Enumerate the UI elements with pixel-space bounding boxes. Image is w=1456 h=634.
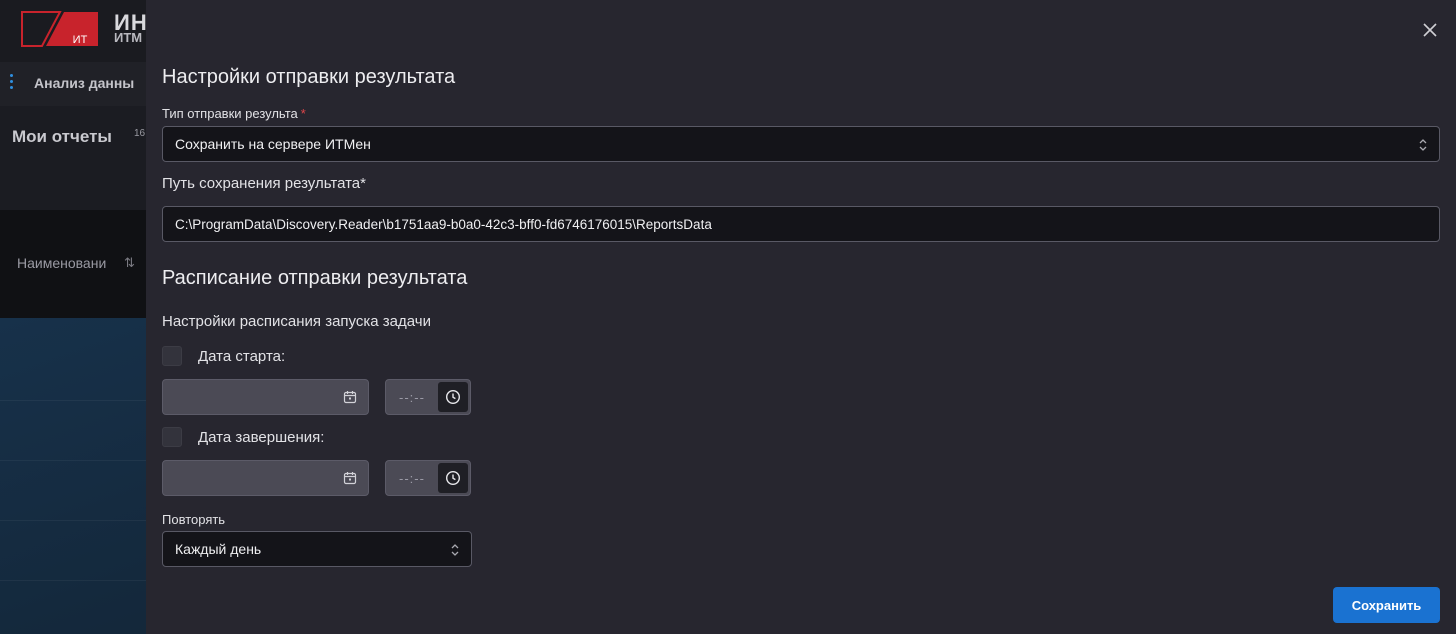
- start-time-input[interactable]: --:--: [385, 379, 471, 415]
- close-icon[interactable]: [1420, 20, 1440, 40]
- section-title-schedule: Расписание отправки результата: [162, 267, 468, 289]
- reports-title: Мои отчеты: [12, 127, 112, 146]
- save-path-label: Путь сохранения результата*: [162, 175, 366, 192]
- logo-subtext: ИТМ: [114, 30, 143, 45]
- schedule-settings-label: Настройки расписания запуска задачи: [162, 313, 431, 330]
- send-type-value: Сохранить на сервере ИТМен: [175, 136, 371, 152]
- reports-count: 16: [134, 128, 146, 139]
- select-chevron-icon: [1419, 139, 1427, 151]
- save-button[interactable]: Сохранить: [1333, 587, 1440, 623]
- repeat-value: Каждый день: [175, 541, 262, 557]
- start-date-label: Дата старта:: [198, 348, 286, 365]
- sort-arrows-icon[interactable]: ⇅: [124, 255, 135, 271]
- kebab-menu-icon[interactable]: [10, 74, 14, 90]
- send-type-select[interactable]: Сохранить на сервере ИТМен: [162, 126, 1440, 162]
- start-date-input[interactable]: [162, 379, 369, 415]
- section-title-send-settings: Настройки отправки результата: [162, 66, 456, 88]
- settings-drawer: Настройки отправки результата Тип отправ…: [146, 0, 1456, 634]
- save-path-input[interactable]: C:\ProgramData\Discovery.Reader\b1751aa9…: [162, 206, 1440, 242]
- column-header-name[interactable]: Наименовани: [17, 255, 106, 271]
- end-time-placeholder: --:--: [399, 471, 425, 486]
- repeat-label: Повторять: [162, 512, 226, 527]
- end-date-input[interactable]: [162, 460, 369, 496]
- end-date-label: Дата завершения:: [198, 429, 325, 446]
- logo-icon: ИТ: [21, 11, 98, 47]
- calendar-icon[interactable]: [343, 471, 357, 485]
- clock-icon[interactable]: [438, 463, 468, 493]
- send-type-label-text: Тип отправки результа: [162, 106, 298, 121]
- select-chevron-icon: [451, 544, 459, 556]
- send-type-label: Тип отправки результа *: [162, 106, 306, 121]
- module-title[interactable]: Анализ данны: [34, 75, 134, 91]
- required-mark: *: [300, 106, 306, 121]
- start-time-placeholder: --:--: [399, 390, 425, 405]
- calendar-icon[interactable]: [343, 390, 357, 404]
- repeat-select[interactable]: Каждый день: [162, 531, 472, 567]
- start-date-checkbox[interactable]: [162, 346, 182, 366]
- clock-icon[interactable]: [438, 382, 468, 412]
- end-time-input[interactable]: --:--: [385, 460, 471, 496]
- logo-badge: ИТ: [73, 34, 88, 46]
- end-date-checkbox[interactable]: [162, 427, 182, 447]
